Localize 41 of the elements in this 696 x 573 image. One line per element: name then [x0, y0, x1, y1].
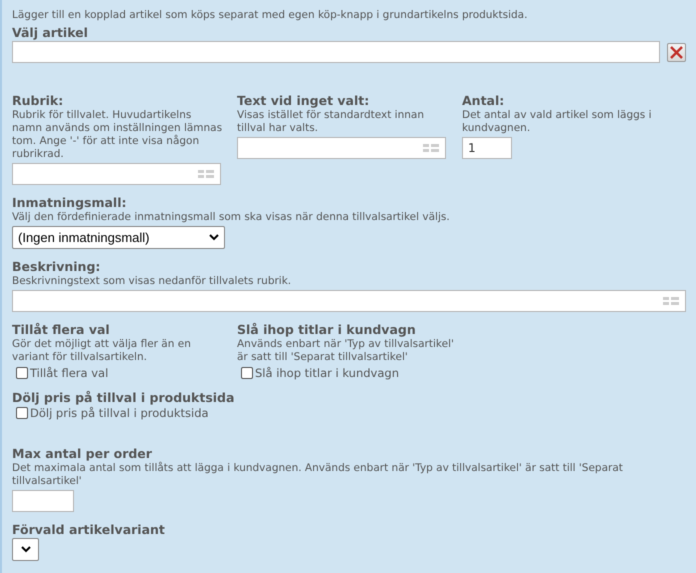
text-field[interactable]: [12, 163, 221, 185]
field-label: Tillåt flera val: [12, 322, 111, 338]
field-label: Text vid inget valt:: [237, 93, 370, 109]
checkbox-label[interactable]: Tillåt flera val: [30, 366, 108, 380]
field-label: Dölj pris på tillval i produktsida: [12, 390, 236, 406]
field-hint: Det maximala antal som tillåts att lägga i kundvagnen. Används enbart när 'Typ av tillvalsartikel' är satt till 'Separat tillvalsartikel': [12, 462, 624, 488]
field-hint: Används enbart när 'Typ av tillvalsartikel' är satt till 'Separat tillvalsartikel': [237, 338, 455, 364]
field-hint: Beskrivningstext som visas nedanför tillvalets rubrik.: [12, 275, 292, 288]
field-hint: Rubrik för tillvalet. Huvudartikelns namn används om inställningen lämnas tom. Ange '-' för att inte visa någon rubrikrad.: [12, 109, 223, 161]
checkbox[interactable]: [16, 367, 28, 379]
clear-button[interactable]: [667, 42, 686, 62]
checkbox-label[interactable]: Dölj pris på tillval i produktsida: [30, 406, 209, 420]
dropdown[interactable]: [12, 538, 39, 561]
field-hint: Det antal av vald artikel som läggs i kundvagnen.: [462, 109, 653, 135]
grid-icon[interactable]: [663, 296, 679, 306]
field-label: Rubrik:: [12, 93, 64, 109]
field-hint: Välj den fördefinierade inmatningsmall som ska visas när denna tillvalsartikel väljs.: [12, 211, 451, 224]
grid-icon[interactable]: [198, 170, 214, 178]
close-icon: [670, 46, 683, 58]
chevron-icon: [209, 234, 219, 241]
intro-text: Lägger till en kopplad artikel som köps separat med egen köp-knapp i grundartikelns produktsida.: [12, 9, 528, 22]
field-label: Antal:: [462, 93, 506, 109]
field-hint: Gör det möjligt att välja fler än en variant för tillvalsartikeln.: [12, 338, 192, 364]
checkbox[interactable]: [16, 407, 28, 419]
field-label: Inmatningsmall:: [12, 195, 128, 211]
field-label: Slå ihop titlar i kundvagn: [237, 322, 417, 338]
dropdown[interactable]: (Ingen inmatningsmall): [12, 226, 225, 249]
text-field[interactable]: [12, 290, 686, 312]
field-label: Beskrivning:: [12, 259, 102, 275]
grid-icon[interactable]: [423, 144, 439, 152]
text-field[interactable]: [237, 137, 446, 159]
chevron-icon: [20, 546, 30, 553]
field-hint: Visas istället för standardtext innan tillval har valts.: [237, 109, 425, 135]
number-field[interactable]: 1: [462, 137, 512, 159]
checkbox[interactable]: [241, 367, 253, 379]
number-field[interactable]: [12, 490, 74, 512]
article-field[interactable]: [12, 41, 660, 63]
checkbox-label[interactable]: Slå ihop titlar i kundvagn: [255, 366, 399, 380]
field-label: Välj artikel: [12, 25, 89, 41]
field-label: Max antal per order: [12, 446, 153, 462]
field-label: Förvald artikelvariant: [12, 522, 166, 538]
